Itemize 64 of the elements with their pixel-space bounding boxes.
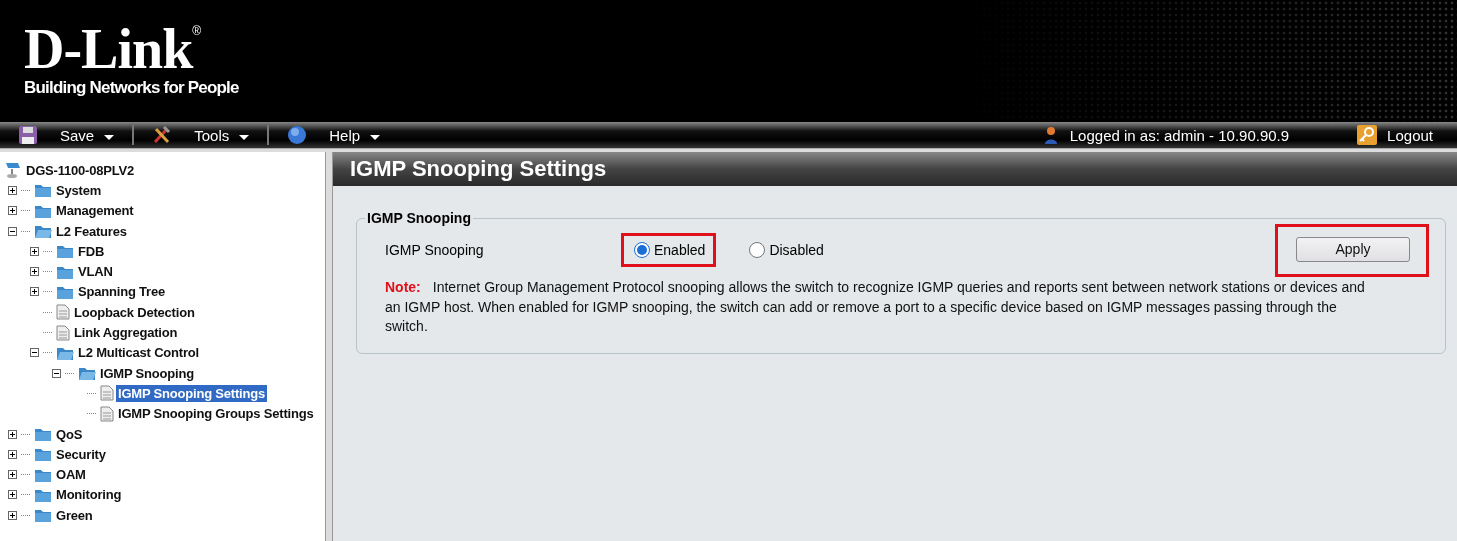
collapse-icon[interactable]	[8, 226, 17, 236]
tree-item[interactable]: FDB	[76, 242, 107, 260]
tree-item[interactable]: OAM	[54, 466, 88, 484]
radio-button[interactable]	[749, 242, 766, 258]
folder-icon	[34, 426, 52, 442]
key-icon	[1357, 125, 1378, 145]
document-icon	[100, 385, 114, 402]
tree-item[interactable]: Management	[54, 202, 136, 220]
document-icon	[56, 304, 70, 321]
open-folder-icon	[78, 365, 96, 382]
tree-item[interactable]: Loopback Detection	[72, 303, 197, 321]
tree-item[interactable]: Security	[54, 445, 108, 463]
tree-item[interactable]: System	[54, 181, 104, 199]
logo-tagline: Building Networks for People	[24, 78, 239, 98]
toolbar-menu[interactable]: Help	[269, 125, 399, 145]
open-folder-icon	[34, 223, 52, 240]
radio-option[interactable]: Enabled	[621, 233, 717, 267]
tree-item[interactable]: Monitoring	[54, 486, 124, 504]
folder-icon	[56, 243, 74, 260]
folder-icon	[34, 507, 52, 524]
login-status: Logged in as: admin - 10.90.90.9	[1069, 126, 1290, 144]
logout-button[interactable]: Logout	[1351, 124, 1439, 146]
page-title: IGMP Snooping Settings	[333, 152, 1457, 186]
tree-item[interactable]: VLAN	[76, 263, 115, 281]
tree-item[interactable]: QoS	[54, 425, 85, 443]
expand-icon[interactable]	[30, 287, 39, 297]
device-name[interactable]: DGS-1100-08PLV2	[24, 161, 137, 179]
apply-button[interactable]: Apply	[1296, 236, 1410, 262]
radio-option[interactable]: Disabled	[736, 233, 835, 267]
note-text: Note: Internet Group Management Protocol snooping allows the switch to recognize IGMP queries and reports sent between network stations or devices and an IGMP host. When enabled for IGMP snooping, the switch can add or remove a port to a specific device based on IGMP messages passing through the switch.	[385, 278, 1366, 336]
document-icon	[100, 405, 114, 422]
collapse-icon[interactable]	[52, 368, 61, 378]
expand-icon[interactable]	[8, 510, 17, 520]
user-icon	[1043, 126, 1058, 144]
toolbar-menu[interactable]: Tools	[134, 125, 268, 145]
expand-icon[interactable]	[30, 246, 39, 256]
expand-icon[interactable]	[8, 470, 17, 480]
tree-item[interactable]: IGMP Snooping	[98, 364, 196, 382]
folder-icon	[34, 182, 52, 199]
expand-icon[interactable]	[8, 490, 17, 500]
radio-button[interactable]	[634, 242, 650, 258]
tree-item[interactable]: L2 Multicast Control	[76, 344, 201, 362]
tree-item[interactable]: Link Aggregation	[72, 324, 180, 341]
tree-item[interactable]: IGMP Snooping Groups Settings	[116, 405, 316, 423]
tools-icon	[152, 125, 173, 145]
panel-legend: IGMP Snooping	[365, 210, 473, 226]
tree-item[interactable]: IGMP Snooping Settings	[116, 384, 268, 402]
expand-icon[interactable]	[8, 429, 17, 439]
document-icon	[56, 324, 70, 341]
tree-item[interactable]: Spanning Tree	[76, 283, 167, 301]
help-icon	[287, 125, 308, 145]
collapse-icon[interactable]	[30, 348, 39, 358]
registered-mark: ®	[192, 24, 202, 38]
folder-icon	[34, 446, 52, 463]
switch-icon	[4, 161, 22, 180]
field-label: IGMP Snooping	[385, 242, 485, 258]
tree-item[interactable]: Green	[54, 506, 95, 524]
expand-icon[interactable]	[8, 185, 17, 195]
logo-text: D-Link	[24, 20, 193, 78]
expand-icon[interactable]	[30, 267, 39, 277]
expand-icon[interactable]	[8, 206, 17, 216]
expand-icon[interactable]	[8, 449, 17, 459]
toolbar-menu[interactable]: Save	[0, 125, 133, 145]
tree-item[interactable]: L2 Features	[54, 222, 129, 240]
